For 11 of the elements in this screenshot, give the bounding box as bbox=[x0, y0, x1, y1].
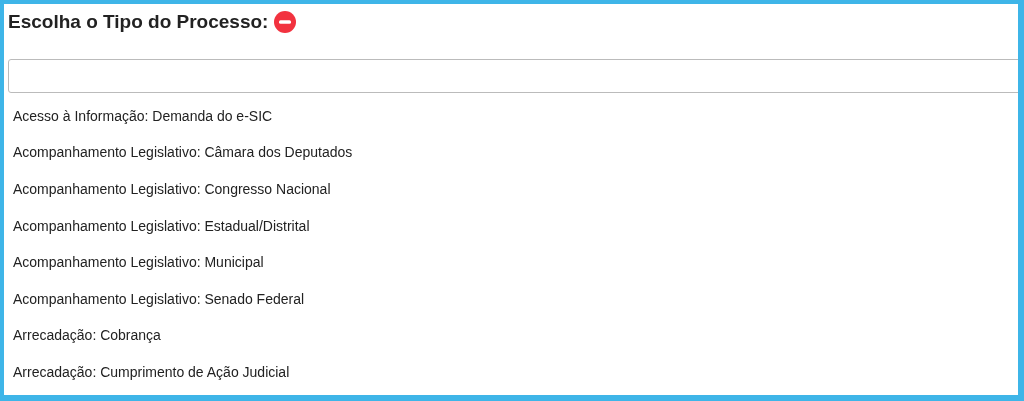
process-type-option[interactable]: Acompanhamento Legislativo: Municipal bbox=[4, 244, 1018, 281]
remove-icon[interactable] bbox=[274, 11, 297, 33]
process-type-option[interactable]: Acompanhamento Legislativo: Estadual/Distrital bbox=[4, 207, 1018, 245]
search-field[interactable] bbox=[8, 59, 1018, 93]
process-type-option[interactable]: Acompanhamento Legislativo: Câmara dos Deputados bbox=[4, 134, 1018, 172]
panel-title: Escolha o Tipo do Processo: bbox=[8, 9, 269, 34]
process-type-option[interactable]: Acompanhamento Legislativo: Senado Federal bbox=[4, 280, 1018, 318]
process-type-option[interactable]: Acesso à Informação: Demanda do e-SIC bbox=[4, 98, 1018, 135]
process-type-option[interactable]: Acompanhamento Legislativo: Congresso Nacional bbox=[4, 171, 1018, 208]
process-type-option[interactable]: Arrecadação: Cobrança bbox=[4, 317, 1018, 355]
process-type-option[interactable]: Arrecadação: Cumprimento de Ação Judicial bbox=[4, 354, 1018, 391]
